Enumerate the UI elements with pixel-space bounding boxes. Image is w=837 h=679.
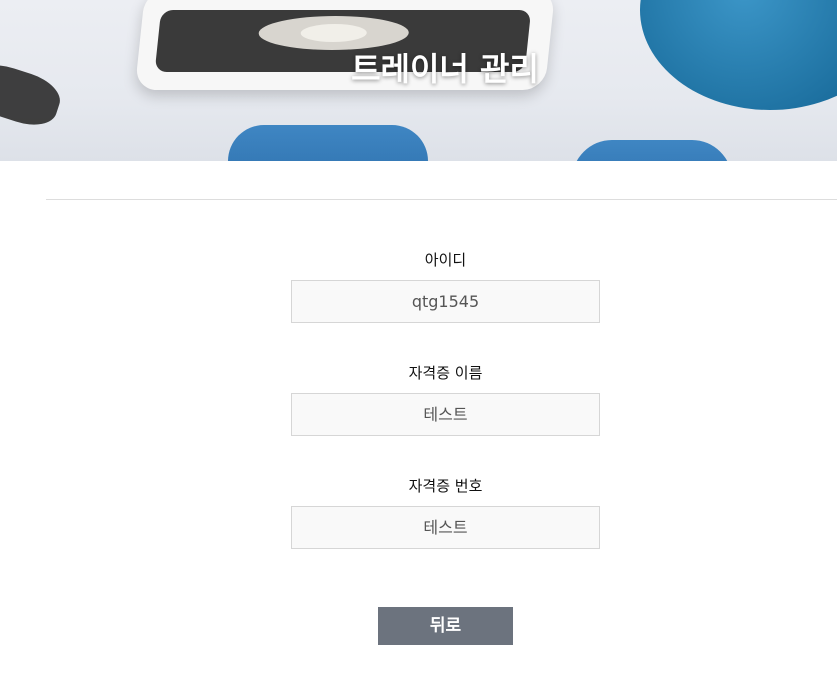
- certificate-name-label: 자격증 이름: [408, 364, 483, 382]
- id-label: 아이디: [424, 251, 467, 269]
- certificate-name-field[interactable]: 테스트: [291, 393, 600, 436]
- id-field[interactable]: qtg1545: [291, 280, 600, 323]
- hero-banner: 트레이너 관리: [0, 0, 837, 161]
- certificate-number-label: 자격증 번호: [408, 477, 483, 495]
- section-divider: [46, 199, 837, 200]
- background-weight-image: [572, 140, 732, 161]
- background-weight-image: [228, 125, 428, 161]
- page-title: 트레이너 관리: [351, 50, 539, 88]
- back-button[interactable]: 뒤로: [378, 607, 513, 645]
- certificate-number-field[interactable]: 테스트: [291, 506, 600, 549]
